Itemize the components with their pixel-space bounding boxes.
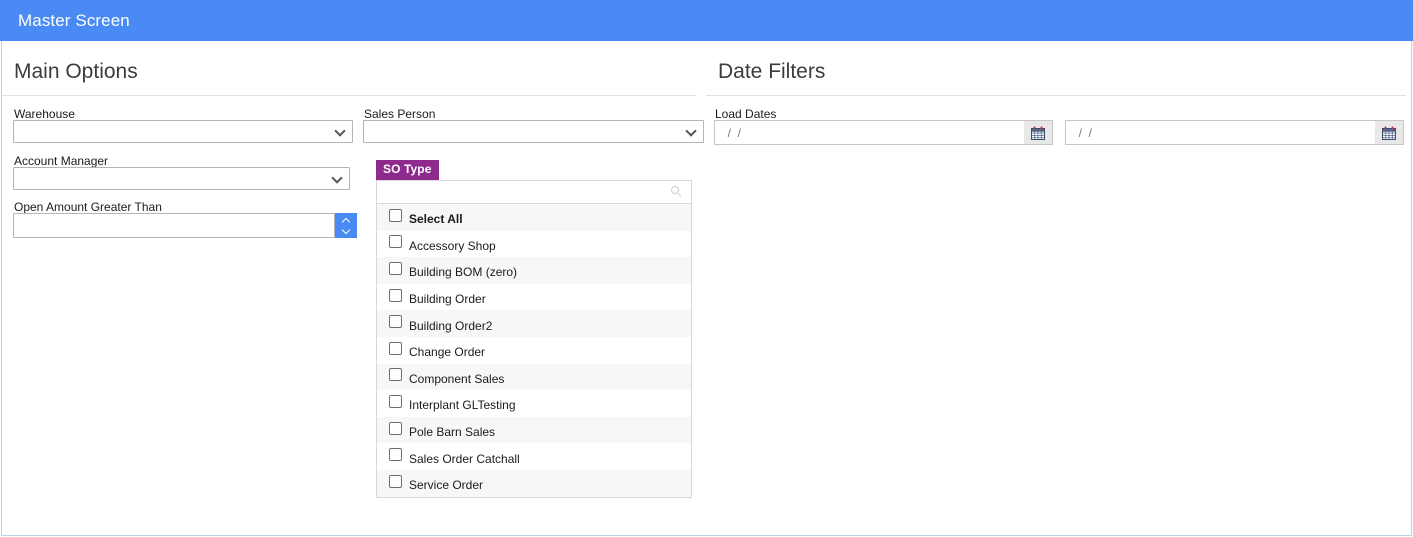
so-type-option-row[interactable]: Building Order	[377, 284, 691, 311]
option-checkbox[interactable]	[389, 235, 402, 249]
option-label: Building Order	[409, 292, 486, 307]
warehouse-label: Warehouse	[14, 107, 75, 121]
master-screen-window: Master Screen Main Options Warehouse Acc…	[0, 0, 1413, 537]
load-date-from-calendar-button[interactable]	[1024, 120, 1053, 145]
option-checkbox[interactable]	[389, 341, 402, 355]
account-manager-select[interactable]	[13, 167, 350, 190]
so-type-multiselect: Select All Accessory Shop Building BOM (ze…	[376, 180, 692, 498]
load-date-to-input[interactable]	[1065, 120, 1376, 145]
load-date-from-input[interactable]	[714, 120, 1025, 145]
load-date-from-field	[714, 120, 1053, 145]
so-type-option-list: Select All Accessory Shop Building BOM (ze…	[377, 204, 691, 497]
option-checkbox[interactable]	[389, 315, 402, 329]
date-filters-heading: Date Filters	[718, 60, 826, 83]
chevron-down-icon	[342, 227, 350, 235]
option-label: Sales Order Catchall	[409, 451, 520, 466]
open-amount-input[interactable]	[13, 213, 335, 238]
so-type-option-row[interactable]: Building BOM (zero)	[377, 257, 691, 284]
main-options-heading: Main Options	[14, 60, 138, 83]
chevron-up-icon	[342, 217, 350, 225]
option-label: Select All	[409, 212, 463, 227]
option-label: Building Order2	[409, 318, 493, 333]
main-options-section: Main Options	[2, 59, 696, 96]
chevron-down-icon	[687, 127, 696, 136]
load-dates-label: Load Dates	[715, 107, 777, 121]
sales-person-label: Sales Person	[364, 107, 436, 121]
option-label: Component Sales	[409, 371, 505, 386]
option-checkbox[interactable]	[389, 288, 402, 302]
so-type-search-input[interactable]	[377, 181, 691, 203]
option-checkbox[interactable]	[389, 368, 402, 382]
so-type-search-wrap	[377, 181, 691, 204]
option-label: Building BOM (zero)	[409, 265, 518, 280]
so-type-select-all-row[interactable]: Select All	[377, 204, 691, 231]
so-type-option-row[interactable]: Pole Barn Sales	[377, 416, 691, 444]
so-type-option-row[interactable]: Service Order	[377, 469, 691, 497]
load-date-to-calendar-button[interactable]	[1375, 120, 1404, 145]
load-date-to-field	[1065, 120, 1404, 145]
so-type-option-row[interactable]: Accessory Shop	[377, 231, 691, 258]
option-label: Change Order	[409, 345, 486, 360]
calendar-icon	[1382, 126, 1396, 140]
so-type-badge: SO Type	[376, 160, 439, 180]
sales-person-select[interactable]	[363, 120, 704, 143]
window-title-bar: Master Screen	[0, 0, 1413, 41]
account-manager-label: Account Manager	[14, 154, 109, 168]
main-options-divider	[2, 95, 696, 96]
open-amount-stepper[interactable]	[335, 213, 357, 238]
date-filters-divider	[706, 95, 1406, 96]
date-filters-section: Date Filters	[706, 59, 1406, 96]
option-checkbox[interactable]	[389, 474, 402, 488]
open-amount-field	[13, 213, 357, 238]
open-amount-label: Open Amount Greater Than	[14, 200, 162, 214]
select-all-checkbox[interactable]	[389, 208, 402, 222]
so-type-option-row[interactable]: Interplant GLTesting	[377, 390, 691, 417]
option-label: Pole Barn Sales	[409, 425, 496, 440]
window-title: Master Screen	[18, 11, 130, 30]
so-type-option-row[interactable]: Sales Order Catchall	[377, 443, 691, 470]
so-type-option-row[interactable]: Component Sales	[377, 363, 691, 391]
calendar-icon	[1031, 126, 1045, 140]
form-panel: Main Options Warehouse Account Manager O…	[1, 41, 1412, 536]
option-label: Service Order	[409, 478, 484, 493]
warehouse-select[interactable]	[13, 120, 353, 143]
chevron-down-icon	[336, 127, 345, 136]
option-label: Interplant GLTesting	[409, 398, 516, 413]
option-checkbox[interactable]	[389, 421, 402, 435]
option-checkbox[interactable]	[389, 448, 402, 462]
chevron-down-icon	[333, 174, 342, 183]
option-checkbox[interactable]	[389, 261, 402, 275]
option-label: Accessory Shop	[409, 238, 496, 253]
option-checkbox[interactable]	[389, 394, 402, 408]
so-type-option-row[interactable]: Building Order2	[377, 310, 691, 337]
so-type-option-row[interactable]: Change Order	[377, 337, 691, 364]
